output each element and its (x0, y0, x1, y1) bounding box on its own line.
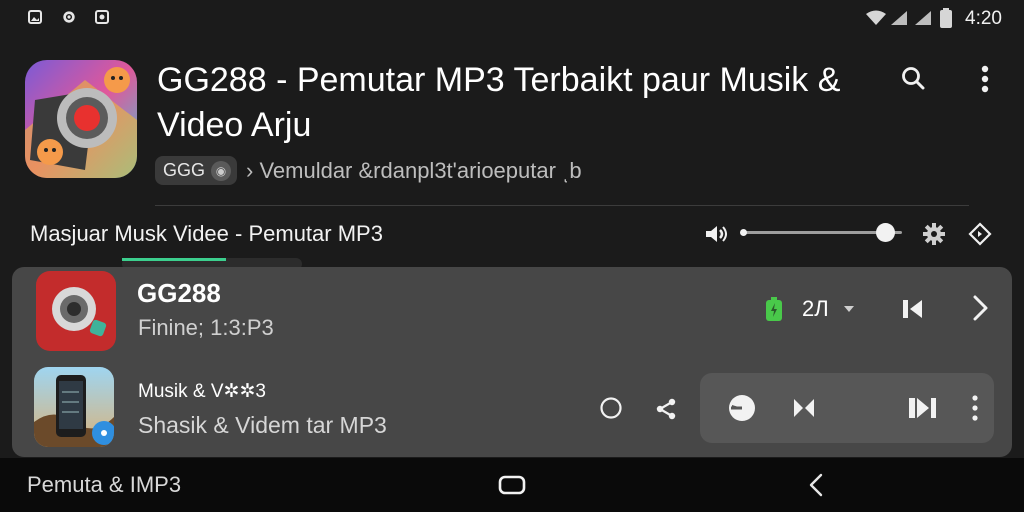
status-bar: 4:20 (0, 0, 1024, 38)
signal-icon (890, 10, 908, 31)
more-options-icon[interactable] (974, 64, 996, 94)
app-subtitle: › Vemuldar &rdanpl3t'arioeputar ͺb (246, 158, 582, 183)
wifi-icon (866, 10, 886, 31)
battery-status-icon (765, 296, 783, 322)
volume-icon[interactable] (703, 222, 729, 246)
chevron-right-icon[interactable] (966, 293, 994, 323)
timer-icon[interactable] (726, 392, 758, 424)
battery-icon (940, 8, 952, 33)
settings-icon[interactable] (921, 221, 947, 247)
home-button-icon[interactable] (497, 473, 527, 497)
track-subtitle: Finine; 1:3:P3 (138, 315, 274, 340)
volume-slider-start (740, 229, 747, 236)
tab-indicator (122, 258, 226, 261)
camera-icon (95, 10, 109, 24)
cast-icon[interactable] (967, 221, 993, 247)
track-subtitle: Shasik & Videm tar MP3 (138, 412, 387, 438)
section-title: Masjuar Musk Videe - Pemutar MP3 (30, 221, 383, 246)
previous-track-icon[interactable] (898, 295, 926, 323)
back-button-icon[interactable] (806, 472, 826, 498)
track-title: GG288 (137, 278, 221, 308)
developer-chip[interactable]: GGG ◉ (155, 156, 238, 185)
track-thumbnail (34, 367, 114, 447)
chevron-down-icon[interactable] (842, 303, 856, 315)
app-icon (25, 60, 137, 178)
divider (155, 205, 969, 206)
signal-icon (914, 10, 932, 31)
volume-slider-handle[interactable] (876, 223, 895, 242)
app-title: GG288 - Pemutar MP3 Terbaikt paur Musik … (157, 61, 841, 144)
developer-chip-label: GGG (163, 160, 206, 180)
track-thumbnail (36, 271, 116, 351)
track-title: Musik & V✲✲3 (138, 381, 266, 402)
more-options-icon[interactable] (966, 393, 984, 423)
search-icon[interactable] (899, 64, 927, 92)
rewind-icon[interactable] (790, 395, 818, 421)
skip-next-icon[interactable] (906, 394, 940, 422)
developer-avatar-icon: ◉ (211, 160, 232, 181)
share-icon[interactable] (652, 395, 680, 423)
now-playing-label[interactable]: Pemuta & ΙΜP3 (27, 472, 181, 498)
clock: 4:20 (965, 8, 1002, 29)
circle-icon[interactable] (598, 395, 624, 421)
track-count: 2Л (802, 296, 829, 321)
gallery-icon (28, 10, 42, 24)
settings-gear-icon (62, 10, 76, 24)
